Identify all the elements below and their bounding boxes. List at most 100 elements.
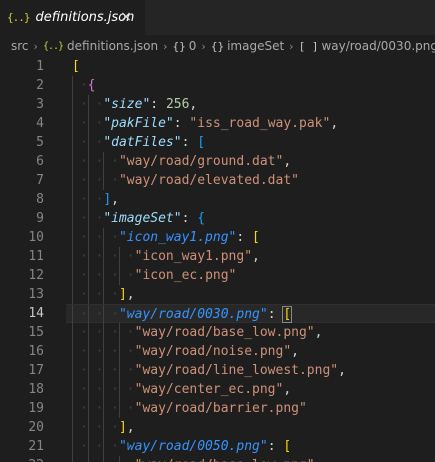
- code-area: · · ·"way/road/ground.dat",: [66, 152, 435, 171]
- code-text: · · · ·"way/road/noise.png",: [72, 342, 299, 361]
- code-text: · · · ·"way/road/barrier.png": [72, 399, 307, 418]
- code-text: · · · ·"way/center_ec.png",: [72, 380, 291, 399]
- whitespace-marker: ·: [72, 78, 88, 93]
- line-number: 4: [36, 116, 44, 131]
- code-token: [: [252, 230, 260, 245]
- chevron-right-icon: ›: [289, 39, 294, 53]
- whitespace-marker: · · · ·: [72, 363, 135, 378]
- code-line[interactable]: 16 · · · ·"way/road/noise.png",: [0, 342, 435, 361]
- code-token: "way/road/line_lowest.png": [134, 363, 339, 378]
- code-line[interactable]: 22 · · · ·"way/road/base_low.png",: [0, 456, 435, 462]
- code-line[interactable]: 14 · · ·"way/road/0030.png": [: [0, 304, 435, 324]
- code-text: · ·"imageSet": {: [72, 209, 205, 228]
- whitespace-marker: · · ·: [72, 287, 119, 302]
- line-number: 9: [36, 211, 44, 226]
- breadcrumb-item-array[interactable]: [ ] way/road/0030.png: [299, 39, 435, 53]
- breadcrumb-item-object-0[interactable]: {} 0: [173, 39, 197, 53]
- code-area: · ·],: [66, 190, 435, 209]
- code-text: · · ·"way/road/0030.png": [: [72, 305, 293, 324]
- code-text: · · · ·"icon_ec.png": [72, 266, 237, 285]
- code-line[interactable]: 15 · · · ·"way/road/base_low.png",: [0, 323, 435, 342]
- code-line[interactable]: 17 · · · ·"way/road/line_lowest.png",: [0, 361, 435, 380]
- breadcrumb-label: src: [11, 39, 29, 53]
- whitespace-marker: · · · ·: [72, 249, 135, 264]
- code-token: "way/road/0050.png": [118, 439, 268, 454]
- line-number: 2: [36, 78, 44, 93]
- line-number: 15: [28, 325, 44, 340]
- code-token: [: [197, 135, 206, 150]
- array-icon: [ ]: [298, 39, 319, 53]
- code-line[interactable]: 3 · ·"size": 256,: [0, 95, 435, 114]
- line-number: 11: [28, 249, 44, 264]
- code-line[interactable]: 12 · · · ·"icon_ec.png": [0, 266, 435, 285]
- code-token: "pakFile": [103, 116, 174, 131]
- code-area: · · · ·"way/road/base_low.png",: [66, 456, 435, 462]
- code-area: · · · ·"way/road/line_lowest.png",: [66, 361, 435, 380]
- code-line[interactable]: 11 · · · ·"icon_way1.png",: [0, 247, 435, 266]
- code-line[interactable]: 21 · · ·"way/road/0050.png": [: [0, 437, 435, 456]
- code-line[interactable]: 1[: [0, 57, 435, 76]
- json-file-icon: {..}: [42, 40, 64, 52]
- whitespace-marker: · · ·: [72, 173, 119, 188]
- code-token: "way/road/0030.png": [118, 307, 268, 322]
- whitespace-marker: · ·: [72, 211, 104, 226]
- code-token: "datFiles": [103, 135, 182, 150]
- code-token: ]: [118, 420, 127, 435]
- breadcrumb-item-file[interactable]: {..} definitions.json: [43, 39, 158, 53]
- code-text: ·{: [72, 76, 96, 95]
- line-number: 16: [28, 344, 44, 359]
- code-text: · · ·"way/road/ground.dat",: [72, 152, 291, 171]
- code-editor[interactable]: 1[2 ·{3 · ·"size": 256, 4 · ·"pakFile": "…: [0, 57, 435, 462]
- code-token: "icon_ec.png": [134, 268, 237, 283]
- code-line[interactable]: 7 · · ·"way/road/elevated.dat": [0, 171, 435, 190]
- tab-bar: {..} definitions.json ×: [0, 0, 435, 35]
- breadcrumb-item-src[interactable]: src: [11, 39, 29, 53]
- line-number: 6: [36, 154, 44, 169]
- code-area: · ·"imageSet": {: [66, 209, 435, 228]
- code-line[interactable]: 8 · ·],: [0, 190, 435, 209]
- code-token: "way/road/barrier.png": [134, 401, 307, 416]
- code-area: · · ·"way/road/elevated.dat": [66, 171, 435, 190]
- chevron-right-icon: ›: [33, 39, 38, 53]
- code-token: :: [150, 97, 166, 112]
- line-number: 17: [28, 363, 44, 378]
- object-icon: {}: [210, 39, 225, 53]
- code-token: ,: [330, 116, 339, 131]
- whitespace-marker: · ·: [72, 135, 104, 150]
- code-line[interactable]: 19 · · · ·"way/road/barrier.png": [0, 399, 435, 418]
- close-icon[interactable]: ×: [117, 8, 135, 26]
- tab-definitions-json[interactable]: {..} definitions.json ×: [0, 0, 145, 35]
- code-line[interactable]: 5 · ·"datFiles": [: [0, 133, 435, 152]
- code-token: "way/road/base_low.png": [135, 458, 315, 462]
- code-token: "way/road/base_low.png": [134, 325, 315, 340]
- code-text: · · ·"way/road/0050.png": [: [72, 437, 291, 456]
- code-line[interactable]: 20 · · ·],: [0, 418, 435, 437]
- code-line[interactable]: 18 · · · ·"way/center_ec.png",: [0, 380, 435, 399]
- code-text: · · · ·"way/road/base_low.png",: [72, 456, 323, 462]
- code-line[interactable]: 13 · · ·],: [0, 285, 435, 304]
- chevron-right-icon: ›: [201, 39, 206, 53]
- code-token: ,: [283, 154, 292, 169]
- breadcrumb-label: way/road/0030.png: [321, 39, 435, 53]
- code-token: :: [173, 116, 190, 131]
- code-line[interactable]: 6 · · ·"way/road/ground.dat",: [0, 152, 435, 171]
- whitespace-marker: · · · ·: [72, 344, 135, 359]
- code-token: {: [197, 211, 206, 226]
- code-area: · ·"pakFile": "iss_road_way.pak",: [66, 114, 435, 133]
- code-line[interactable]: 10 · · ·"icon_way1.png": [: [0, 228, 435, 247]
- code-line[interactable]: 9 · ·"imageSet": {: [0, 209, 435, 228]
- whitespace-marker: · · · ·: [72, 325, 135, 340]
- code-token: "way/center_ec.png": [134, 382, 284, 397]
- breadcrumb-item-imageset[interactable]: {} imageSet: [211, 39, 284, 53]
- code-area: · · · ·"icon_way1.png",: [66, 247, 435, 266]
- code-token: ]: [103, 192, 112, 207]
- code-line[interactable]: 2 ·{: [0, 76, 435, 95]
- code-token: {: [87, 78, 96, 93]
- code-token: :: [267, 439, 284, 454]
- whitespace-marker: · · · ·: [72, 382, 135, 397]
- code-line[interactable]: 4 · ·"pakFile": "iss_road_way.pak",: [0, 114, 435, 133]
- whitespace-marker: · · ·: [72, 154, 119, 169]
- whitespace-marker: · · · ·: [72, 268, 135, 283]
- line-number: 8: [36, 192, 44, 207]
- breadcrumb: src › {..} definitions.json › {} 0 › {} ima…: [0, 35, 435, 57]
